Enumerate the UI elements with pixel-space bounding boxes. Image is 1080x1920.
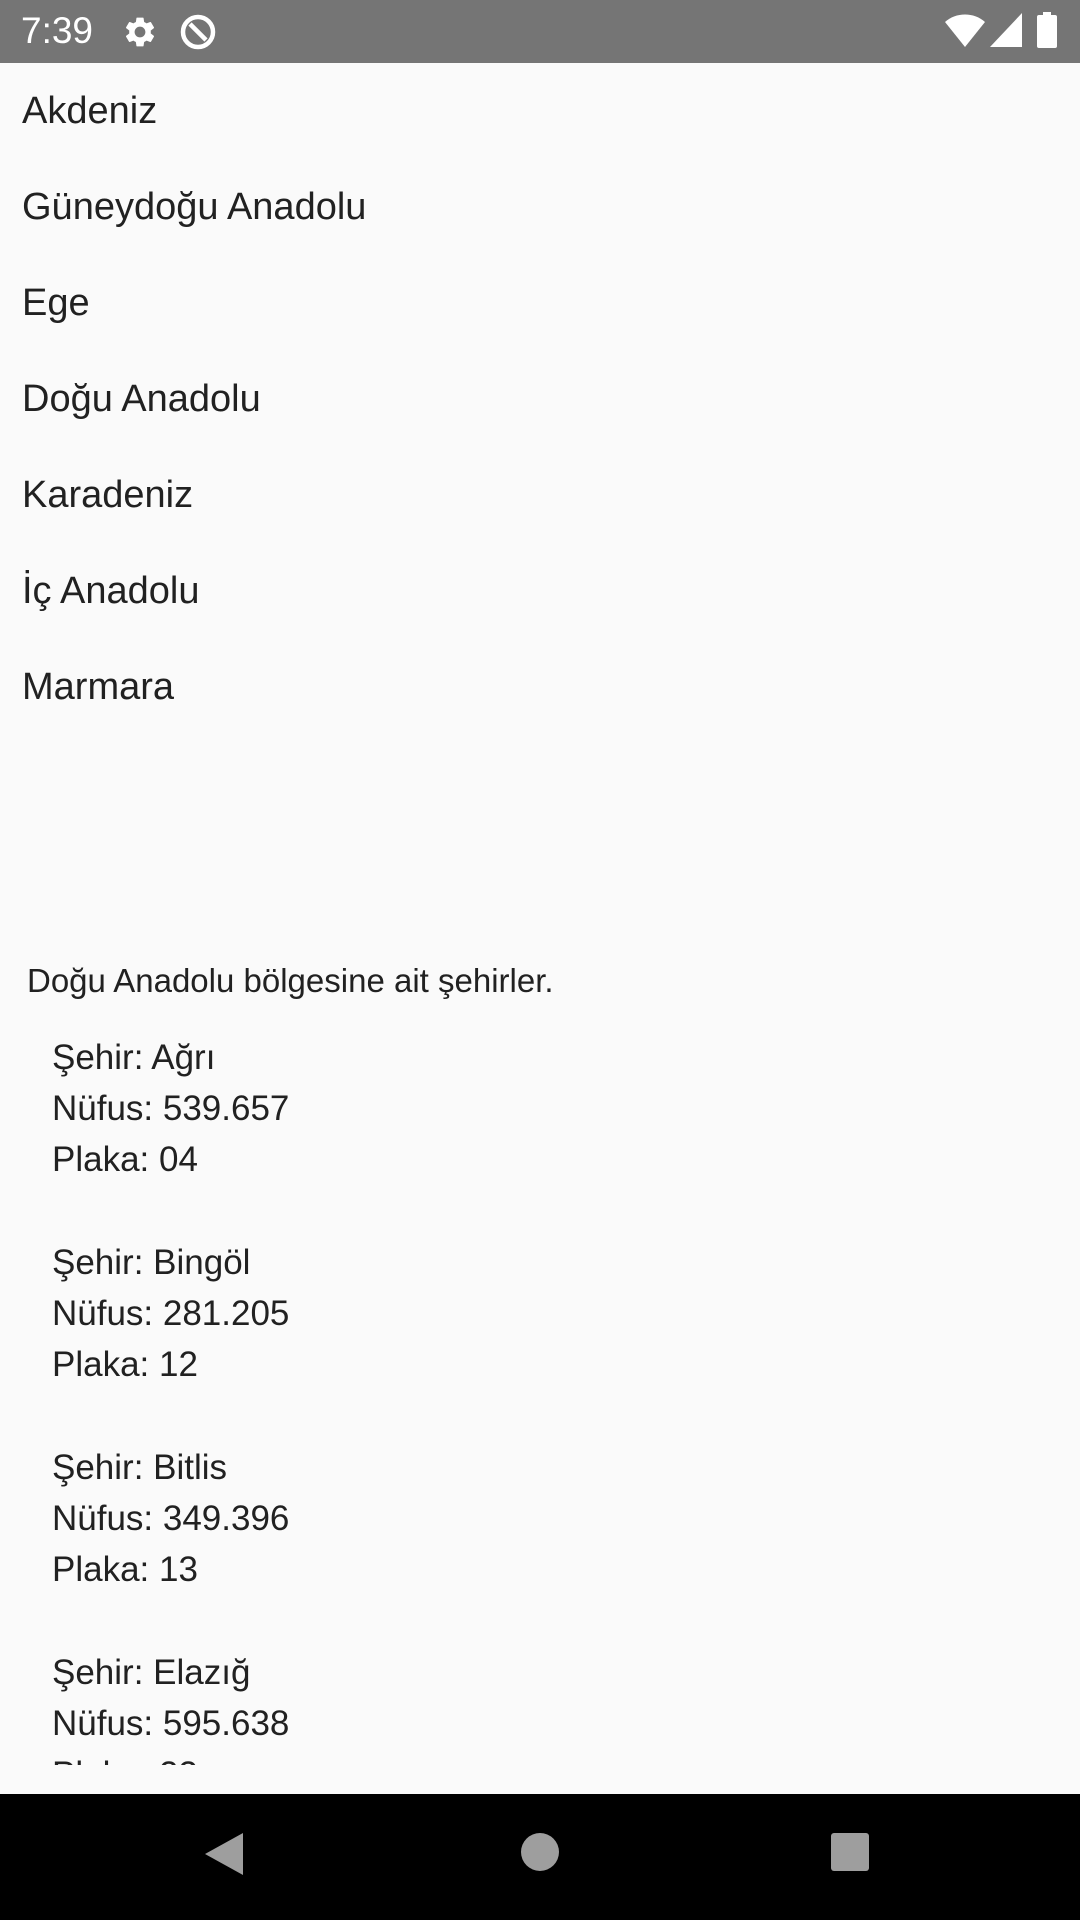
city-plate: Plaka: 04 xyxy=(52,1140,198,1179)
city-plate: Plaka: 23 xyxy=(52,1749,1080,1765)
region-item-ic-anadolu[interactable]: İç Anadolu xyxy=(0,543,1080,639)
battery-icon xyxy=(1037,12,1057,53)
region-list: Akdeniz Güneydoğu Anadolu Ege Doğu Anado… xyxy=(0,63,1080,735)
city-name: Şehir: Ağrı xyxy=(52,1038,216,1077)
city-population: Nüfus: 595.638 xyxy=(52,1704,290,1743)
city-population: Nüfus: 349.396 xyxy=(52,1499,290,1538)
recents-square-icon[interactable] xyxy=(830,1832,870,1877)
city-population: Nüfus: 539.657 xyxy=(52,1089,290,1128)
blocked-circle-icon xyxy=(178,12,218,57)
city-population: Nüfus: 281.205 xyxy=(52,1294,290,1333)
city-entry: Şehir: Bingöl Nüfus: 281.205 Plaka: 12 xyxy=(0,1237,1080,1390)
region-item-dogu-anadolu[interactable]: Doğu Anadolu xyxy=(0,351,1080,447)
cell-signal-icon xyxy=(990,13,1022,52)
city-entry: Şehir: Elazığ Nüfus: 595.638 Plaka: 23 xyxy=(0,1647,1080,1765)
city-list[interactable]: Şehir: Ağrı Nüfus: 539.657 Plaka: 04 Şeh… xyxy=(0,1032,1080,1765)
cities-heading: Doğu Anadolu bölgesine ait şehirler. xyxy=(27,962,554,999)
region-item-akdeniz[interactable]: Akdeniz xyxy=(0,63,1080,159)
city-name: Şehir: Bitlis xyxy=(52,1448,228,1487)
region-item-marmara[interactable]: Marmara xyxy=(0,639,1080,735)
region-item-guneydogu-anadolu[interactable]: Güneydoğu Anadolu xyxy=(0,159,1080,255)
region-item-ege[interactable]: Ege xyxy=(0,255,1080,351)
city-name: Şehir: Elazığ xyxy=(52,1653,251,1692)
region-item-karadeniz[interactable]: Karadeniz xyxy=(0,447,1080,543)
wifi-icon xyxy=(944,13,986,54)
navigation-bar xyxy=(0,1794,1080,1920)
city-plate: Plaka: 13 xyxy=(52,1550,198,1589)
home-circle-icon[interactable] xyxy=(520,1832,560,1877)
status-time: 7:39 xyxy=(21,10,94,51)
city-entry: Şehir: Bitlis Nüfus: 349.396 Plaka: 13 xyxy=(0,1442,1080,1595)
status-bar: 7:39 xyxy=(0,0,1080,63)
city-name: Şehir: Bingöl xyxy=(52,1243,251,1282)
city-plate: Plaka: 12 xyxy=(52,1345,198,1384)
back-triangle-icon[interactable] xyxy=(203,1831,245,1882)
gear-icon xyxy=(122,14,158,55)
city-entry: Şehir: Ağrı Nüfus: 539.657 Plaka: 04 xyxy=(0,1032,1080,1185)
